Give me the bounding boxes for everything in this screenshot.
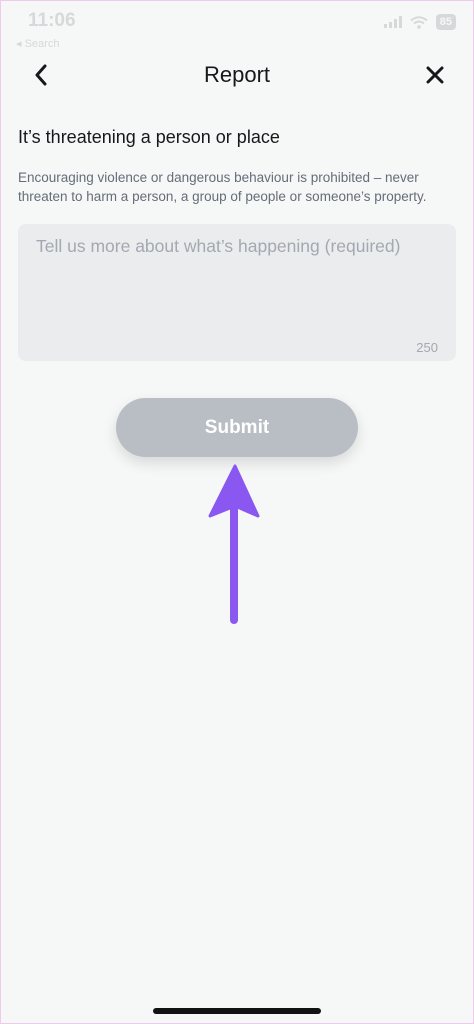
header: Report — [0, 50, 474, 100]
status-bar: 11:06 ◂ Search 85 — [0, 0, 474, 52]
status-icons: 85 — [383, 14, 456, 30]
home-indicator[interactable] — [153, 1008, 321, 1014]
reason-description: Encouraging violence or dangerous behavi… — [18, 170, 427, 204]
close-icon — [426, 66, 444, 84]
close-button[interactable] — [420, 60, 450, 90]
status-back-to-app[interactable]: ◂ Search — [16, 37, 59, 50]
details-placeholder: Tell us more about what’s happening (req… — [36, 236, 401, 256]
details-textarea[interactable]: Tell us more about what’s happening (req… — [18, 224, 456, 361]
status-time: 11:06 — [28, 10, 76, 31]
submit-button[interactable]: Submit — [116, 398, 358, 457]
char-counter: 250 — [416, 340, 438, 355]
arrow-up-annotation-icon — [208, 464, 260, 624]
reason-title: It’s threatening a person or place — [18, 127, 280, 147]
page-title: Report — [203, 62, 271, 87]
battery-icon: 85 — [435, 14, 456, 30]
wifi-icon — [410, 15, 428, 29]
signal-icon — [383, 16, 402, 28]
